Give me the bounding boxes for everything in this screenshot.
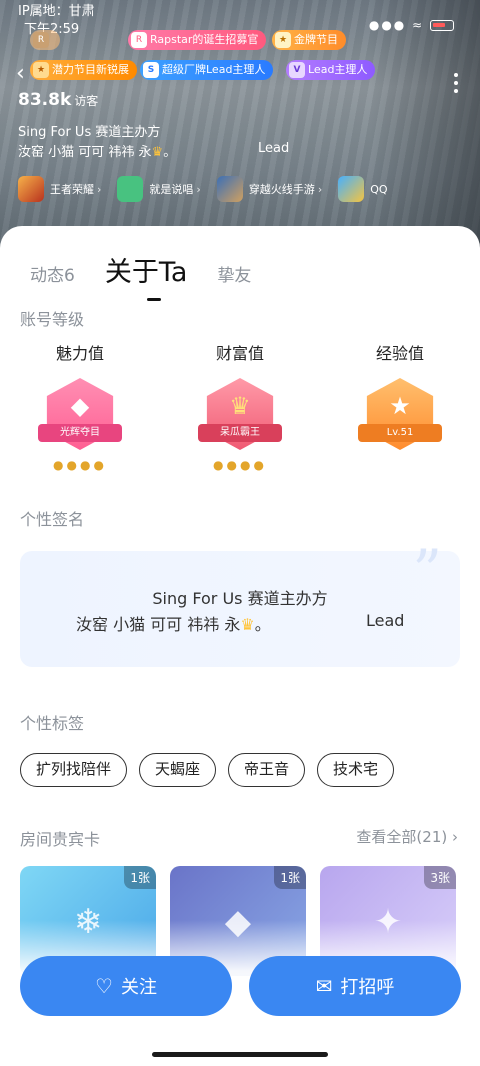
vip-icon: V — [289, 62, 305, 78]
badge-lead-owner[interactable]: V Lead主理人 — [286, 60, 376, 80]
level-title: 魅力值 — [55, 344, 104, 363]
visitor-label: 访客 — [74, 94, 99, 108]
tag-chip[interactable]: 天蝎座 — [139, 753, 217, 787]
visitor-number: 83.8k — [18, 90, 72, 110]
level-wealth[interactable]: 财富值 ♛ 呆瓜霸王 ●●●● — [180, 340, 300, 472]
ip-location: IP属地：甘肃 — [18, 4, 95, 19]
level-ribbon: 光辉夺目 — [38, 424, 122, 442]
tab-friends[interactable]: 挚友 — [217, 261, 251, 286]
follow-button[interactable]: ♡ 关注 — [20, 956, 232, 1016]
signal-icon: ●●● — [368, 18, 407, 32]
chevron-right-icon: › — [97, 182, 102, 196]
crown-icon: ♛ — [151, 145, 164, 160]
section-title-level: 账号等级 — [20, 310, 85, 329]
level-title: 经验值 — [375, 344, 424, 363]
badge-icon: ★ — [275, 32, 291, 48]
chevron-right-icon: › — [196, 182, 201, 196]
bio-line-2: 汝窑 小猫 可可 祎祎 永♛。 — [18, 145, 177, 160]
home-indicator[interactable] — [152, 1052, 328, 1057]
badge-icon: R — [33, 32, 49, 48]
profile-header: IP属地：甘肃 下午2:59 ●●● ≈ R RRapstar的诞生招募官 ★金… — [0, 0, 480, 250]
heart-icon: ♡ — [95, 974, 113, 998]
game-item[interactable]: 就是说唱 › — [117, 176, 201, 202]
badge-group[interactable]: R — [30, 30, 60, 50]
section-title-tags: 个性标签 — [20, 714, 85, 733]
charm-badge: ◆ 光辉夺目 — [38, 378, 122, 450]
game-item[interactable]: 穿越火线手游 › — [216, 176, 323, 202]
tab-about[interactable]: 关于Ta — [105, 250, 187, 301]
level-experience[interactable]: 经验值 ★ Lv.51 — [340, 340, 460, 450]
medal-icons: ●●●● — [53, 458, 107, 472]
signature-lead: Lead — [366, 611, 405, 630]
more-icon[interactable] — [452, 70, 460, 100]
tag-list: 扩列找陪伴 天蝎座 帝王音 技术宅 — [20, 753, 395, 787]
tag-chip[interactable]: 帝王音 — [228, 753, 306, 787]
tab-posts[interactable]: 动态6 — [30, 261, 75, 286]
star-icon: ★ — [389, 392, 411, 420]
bio-lead: Lead — [258, 141, 290, 156]
diamond-icon: ◆ — [70, 392, 90, 420]
badge-rapstar[interactable]: R Rapstar的诞生招募官 — [128, 30, 267, 50]
section-title-vip: 房间贵宾卡 — [20, 830, 101, 849]
chat-bubble-icon: ✉ — [315, 974, 333, 998]
badge-potential-show[interactable]: ★ 潜力节目新锐展 — [30, 60, 137, 80]
game-icon — [338, 176, 365, 202]
section-title-signature: 个性签名 — [20, 510, 85, 529]
crown-icon: ♛ — [240, 615, 255, 634]
game-item[interactable]: 王者荣耀 › — [18, 176, 101, 202]
visitor-count[interactable]: 83.8k 访客 — [18, 90, 98, 110]
signature-line-2: 汝窑 小猫 可可 祎祎 永♛。 — [76, 615, 271, 634]
back-icon[interactable]: ‹ — [16, 62, 40, 86]
badge-gold-show[interactable]: ★ 金牌节目 — [272, 30, 346, 50]
battery-icon — [430, 20, 454, 31]
level-title: 财富值 — [215, 344, 264, 363]
tab-bar: 动态6 关于Ta 挚友 — [30, 250, 281, 301]
wealth-badge: ♛ 呆瓜霸王 — [198, 378, 282, 450]
game-icon — [117, 176, 144, 202]
bio-line-1: Sing For Us 赛道主办方 — [18, 125, 161, 140]
tag-chip[interactable]: 扩列找陪伴 — [20, 753, 128, 787]
tag-chip[interactable]: 技术宅 — [317, 753, 395, 787]
badge-icon: R — [131, 32, 147, 48]
status-icons: ●●● ≈ — [369, 18, 454, 32]
signature-line-1: Sing For Us 赛道主办方 — [152, 589, 328, 608]
chevron-right-icon: › — [317, 182, 323, 196]
medal-icons: ●●●● — [213, 458, 267, 472]
greet-button[interactable]: ✉ 打招呼 — [249, 956, 461, 1016]
game-icon — [216, 176, 243, 202]
level-ribbon: Lv.51 — [358, 424, 442, 442]
level-ribbon: 呆瓜霸王 — [198, 424, 282, 442]
signature-box: ” Sing For Us 赛道主办方 汝窑 小猫 可可 祎祎 永♛。 Lead — [20, 537, 460, 667]
card-count: 1张 — [274, 866, 306, 889]
badge-super-label[interactable]: S 超级厂牌Lead主理人 — [140, 60, 274, 80]
game-icon — [18, 176, 44, 202]
game-item[interactable]: QQ — [338, 176, 388, 202]
level-charm[interactable]: 魅力值 ◆ 光辉夺目 ●●●● — [20, 340, 140, 472]
chevron-right-icon: › — [452, 828, 458, 846]
crown-icon: ♛ — [229, 392, 251, 420]
game-list: 王者荣耀 › 就是说唱 › 穿越火线手游 › QQ — [18, 176, 388, 202]
badge-icon: S — [143, 62, 159, 78]
wifi-icon: ≈ — [412, 18, 425, 32]
view-all-link[interactable]: 查看全部(21) › — [356, 826, 458, 847]
experience-badge: ★ Lv.51 — [358, 378, 442, 450]
card-count: 3张 — [424, 866, 456, 889]
card-count: 1张 — [124, 866, 156, 889]
